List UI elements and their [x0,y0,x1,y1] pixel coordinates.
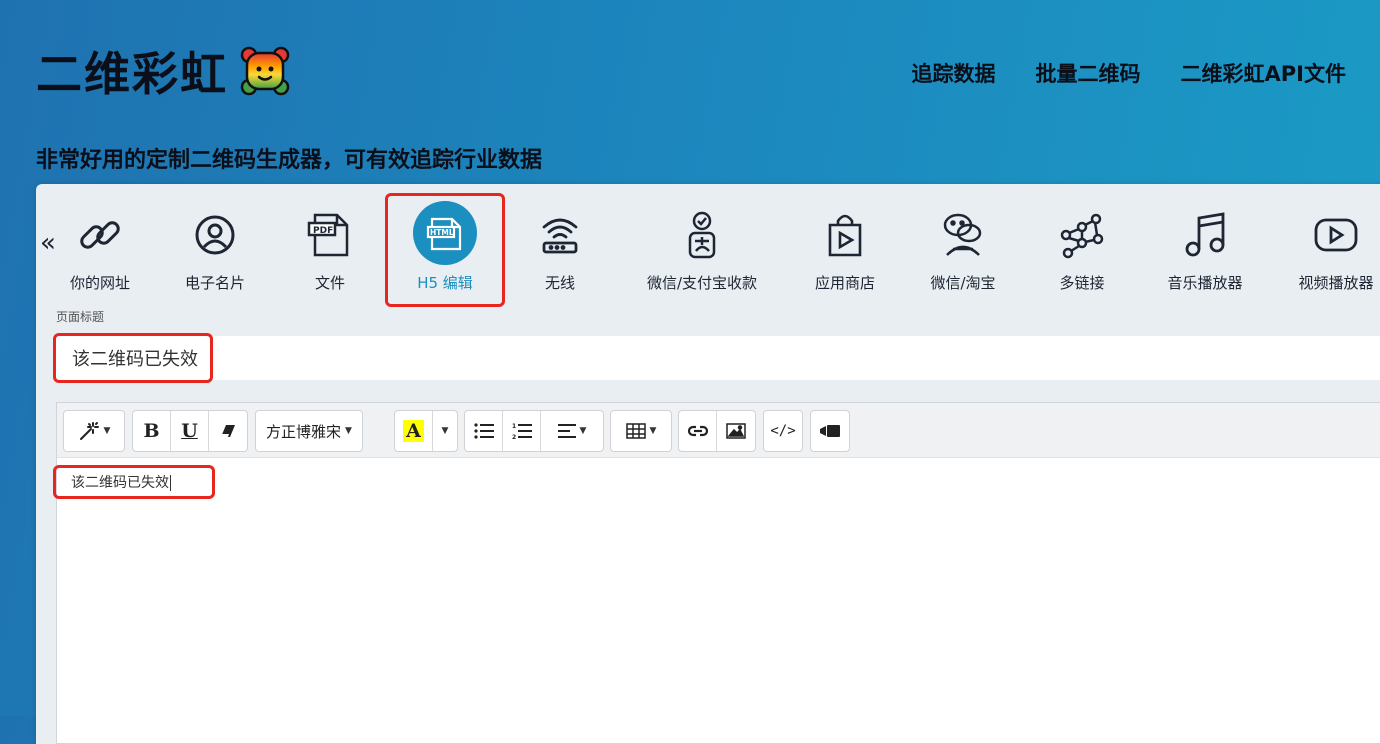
type-item-video-player[interactable]: 视频播放器 [1256,208,1380,293]
highlight-a-icon: A [403,420,424,442]
nav-api-docs[interactable]: 二维彩虹API文件 [1181,58,1346,88]
code-view-button[interactable]: </> [764,411,802,451]
wifi-router-icon [542,218,578,254]
toolbar-group-video [810,410,850,452]
rich-text-editor: ▼ B U 方正博雅宋 ▼ A ▼ 1 2 ▼ ▼ </> 该二维码已失效 [56,402,1380,744]
editor-toolbar: ▼ B U 方正博雅宋 ▼ A ▼ 1 2 ▼ ▼ </> [57,403,1380,458]
type-item-label: 无线 [544,274,575,292]
nav-tracking-data[interactable]: 追踪数据 [912,58,996,88]
user-icon [195,215,235,255]
multi-link-icon [1060,213,1104,259]
bullet-list-button[interactable] [465,411,503,451]
type-item-label: 微信/支付宝收款 [646,274,758,292]
svg-text:PDF: PDF [313,226,333,236]
insert-image-button[interactable] [717,411,755,451]
toolbar-group-format: B U [132,410,248,452]
type-item-wifi[interactable]: 无线 [480,208,640,293]
editor-content[interactable]: 该二维码已失效 [57,458,1380,506]
clear-format-button[interactable] [209,411,247,451]
magic-wand-icon [79,422,99,440]
toolbar-group-color: A ▼ [394,410,458,452]
link-icon [687,425,708,437]
insert-video-button[interactable] [811,411,849,451]
svg-text:2: 2 [512,434,516,440]
type-item-payment[interactable]: 微信/支付宝收款 [622,208,782,293]
table-button[interactable]: ▼ [611,411,671,451]
wechat-icon [943,213,982,256]
music-note-icon [1185,212,1225,257]
logo[interactable]: 二维彩虹 [36,38,290,104]
svg-text:HTML: HTML [430,228,454,237]
video-camera-icon [820,425,840,437]
bold-button[interactable]: B [133,411,171,451]
payment-icon [688,211,716,259]
pdf-file-icon: PDF [307,213,349,257]
top-nav: 追踪数据 批量二维码 二维彩虹API文件 [872,58,1346,88]
svg-text:1: 1 [512,423,516,430]
bullet-list-icon [473,423,494,439]
text-cursor [170,475,171,491]
generator-panel: « 你的网址 电子名片 PDF 文件 HTML H5 编辑 无线 微信/支付宝收… [36,184,1380,744]
eraser-icon [221,425,235,437]
page-title-label: 页面标题 [56,310,105,324]
align-button[interactable]: ▼ [541,411,603,451]
highlight-color-button[interactable]: A [395,411,433,451]
font-family-value: 方正博雅宋 [266,422,342,441]
page-title-input[interactable] [56,336,1380,380]
underline-button[interactable]: U [171,411,209,451]
font-family-select[interactable]: 方正博雅宋 ▼ [256,411,362,451]
toolbar-group-table: ▼ [610,410,672,452]
toolbar-group-insert [678,410,756,452]
link-icon [80,221,120,249]
tagline: 非常好用的定制二维码生成器，可有效追踪行业数据 [36,148,543,173]
insert-link-button[interactable] [679,411,717,451]
logo-text: 二维彩虹 [36,47,228,101]
nav-batch-qrcode[interactable]: 批量二维码 [1036,58,1141,88]
table-icon [625,423,646,439]
numbered-list-icon: 1 2 [512,423,532,440]
color-dropdown-button[interactable]: ▼ [433,411,457,451]
app-store-bag-icon [828,214,862,257]
toolbar-group-font: 方正博雅宋 ▼ [255,410,363,452]
rainbow-bear-icon [240,46,290,96]
magic-style-button[interactable]: ▼ [64,411,124,451]
align-left-icon [557,424,576,438]
numbered-list-button[interactable]: 1 2 [503,411,541,451]
editor-text: 该二维码已失效 [71,475,169,491]
video-play-icon [1314,218,1358,252]
type-item-label: 视频播放器 [1298,274,1374,292]
image-icon [726,423,746,439]
toolbar-group-style: ▼ [63,410,125,452]
toolbar-group-lists: 1 2 ▼ [464,410,604,452]
toolbar-group-code: </> [763,410,803,452]
html-file-icon: HTML [413,201,477,265]
